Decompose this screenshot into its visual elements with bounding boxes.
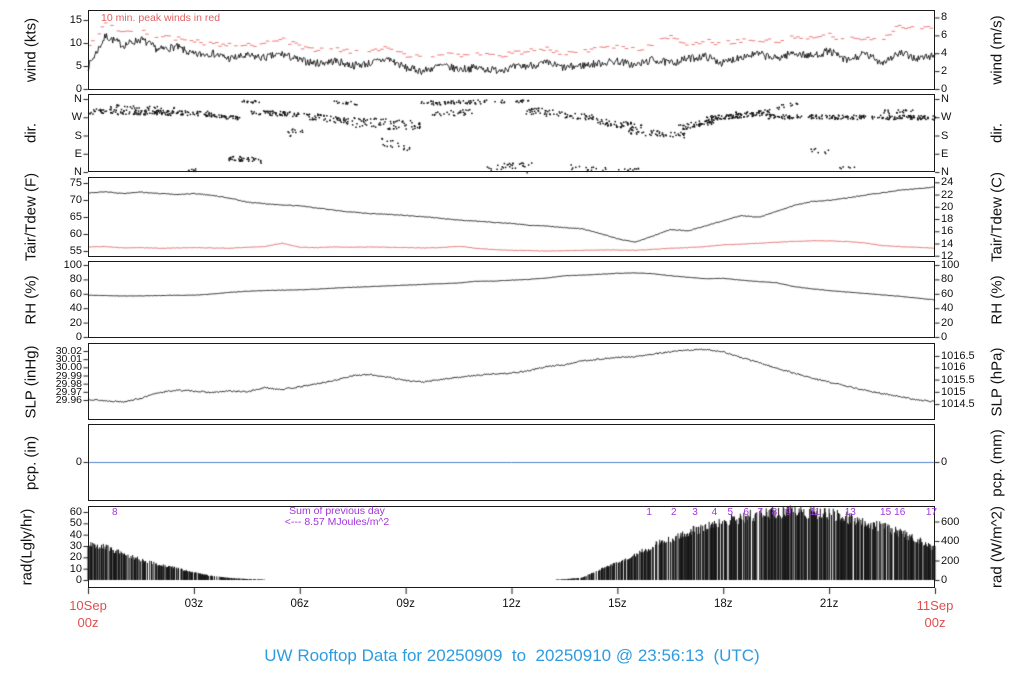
y-tick-label-left: 100 [63, 259, 82, 271]
x-tick-label: 10Sep [69, 598, 107, 613]
panel-rh [88, 261, 935, 338]
y-tick-label-right: 8 [941, 11, 948, 24]
axis-title-left-wind: wind (kts) [22, 17, 40, 83]
uw-rooftop-weather-figure: wind (kts) wind (m/s) 0 5 10 15 0 2 4 6 8 dir. dir. N… [0, 0, 1024, 700]
x-tick-label: 18z [713, 598, 733, 610]
y-tick-label-right: 0 [941, 574, 948, 586]
y-tick-label-left: 0 [75, 456, 82, 468]
y-tick-label-right: 1016 [941, 361, 966, 374]
x-tick-label: 06z [290, 598, 310, 610]
y-tick-label-left: W [71, 111, 82, 124]
y-tick-label-left: 15 [69, 14, 82, 26]
y-tick-label-left: 30.02 [55, 345, 82, 357]
y-tick-label-right: 20 [941, 200, 954, 213]
x-tick-label: 03z [184, 598, 204, 610]
x-tick-label: 09z [396, 598, 415, 610]
y-tick-label-left: 75 [69, 177, 82, 189]
y-tick-label-right: 1016.5 [941, 349, 975, 362]
y-tick-label-right: 24 [941, 176, 954, 189]
panel-rad [88, 506, 935, 588]
y-tick-label-right: 20 [941, 316, 954, 329]
y-tick-label-left: 30 [69, 540, 82, 552]
y-tick-label-left: 80 [69, 273, 82, 286]
y-tick-label-left: 40 [69, 528, 82, 541]
rad-mj-marker: 2 [671, 507, 677, 518]
y-tick-label-left: 0 [75, 574, 82, 586]
x-tick-label: 11Sep [916, 598, 954, 613]
y-tick-label-right: 40 [941, 302, 954, 315]
rad-mj-marker: 9 [785, 507, 792, 518]
y-tick-label-left: 5 [75, 60, 82, 72]
y-tick-label-right: 400 [941, 535, 960, 547]
y-tick-label-left: 50 [69, 517, 82, 530]
y-tick-label-right: N [941, 93, 949, 105]
y-tick-label-right: 6 [941, 29, 948, 42]
y-tick-label-left: N [74, 93, 82, 105]
panel-dir [88, 94, 935, 172]
x-tick-label: 21z [819, 598, 839, 610]
y-tick-label-right: E [941, 147, 949, 160]
rad-mj-marker: 16 [894, 507, 906, 518]
y-tick-label-right: 16 [941, 225, 954, 238]
y-tick-label-right: W [941, 111, 952, 124]
y-tick-label-left: 20 [69, 316, 82, 329]
y-tick-label-right: 1015 [941, 385, 966, 398]
y-tick-label-right: 80 [941, 273, 954, 286]
x-tick-label: 12z [502, 598, 521, 610]
panel-temp [88, 177, 935, 257]
rad-mj-marker: 11 [809, 507, 821, 518]
y-tick-label-right: 18 [941, 213, 954, 226]
y-tick-label-right: 60 [941, 287, 954, 300]
rad-mj-marker: 8 [112, 507, 118, 518]
panel-pcp [88, 424, 935, 501]
y-tick-label-right: 1014.5 [941, 398, 975, 411]
y-tick-label-left: 10 [69, 37, 82, 49]
y-tick-label-left: 60 [69, 228, 82, 240]
y-tick-label-right: 1015.5 [941, 373, 975, 386]
y-tick-label-right: 0 [941, 331, 948, 343]
x-tick-label: 15z [608, 598, 627, 610]
y-tick-label-left: 40 [69, 302, 82, 315]
y-tick-label-right: S [941, 129, 949, 142]
y-tick-label-right: 14 [941, 237, 954, 250]
y-tick-label-right: 0 [941, 456, 948, 468]
x-tick-label: 00z [924, 615, 946, 630]
y-tick-label-left: 20 [69, 551, 82, 564]
y-tick-label-right: 600 [941, 515, 960, 528]
y-tick-label-left: E [74, 147, 82, 160]
y-tick-label-left: 10 [69, 562, 82, 575]
y-tick-label-left: 55 [69, 245, 82, 257]
y-tick-label-right: 2 [941, 65, 948, 78]
y-tick-label-left: 70 [69, 194, 82, 206]
figure-title: UW Rooftop Data for 20250909 to 20250910… [264, 646, 760, 665]
y-tick-label-left: 60 [69, 506, 82, 518]
rad-mj-marker: 17 [925, 507, 938, 518]
panel-slp [88, 343, 935, 420]
y-tick-label-left: 65 [69, 211, 82, 223]
y-tick-label-right: 100 [941, 259, 960, 271]
rad-sum-note-line2: <--- 8.57 MJoules/m^2 [284, 516, 390, 528]
y-tick-label-left: S [74, 129, 82, 142]
rad-mj-marker: 13 [844, 507, 856, 518]
rad-mj-marker: 1 [646, 507, 652, 518]
y-tick-label-right: 4 [941, 47, 948, 60]
y-tick-label-right: 22 [941, 188, 954, 201]
x-tick-label: 00z [77, 615, 99, 630]
y-tick-label-right: 200 [941, 554, 960, 567]
y-tick-label-left: 0 [75, 331, 82, 343]
peak-winds-note: 10 min. peak winds in red [101, 12, 221, 24]
y-tick-label-left: 60 [69, 287, 82, 300]
